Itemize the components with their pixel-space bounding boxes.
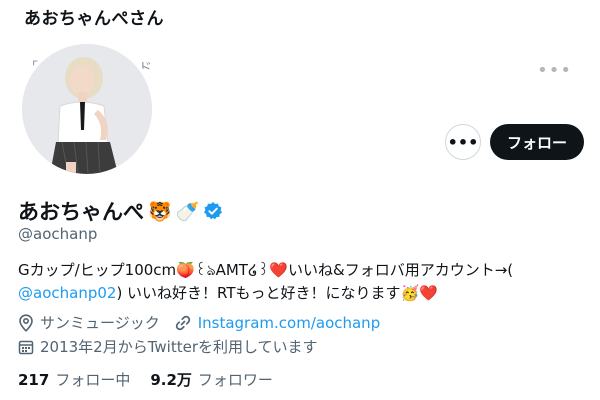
bio-text: ꒰ঌAMT໒꒱	[194, 261, 270, 279]
link-icon	[174, 314, 192, 332]
profile-joined-date: 2013年2月からTwitterを利用しています	[40, 338, 318, 356]
profile-meta-row: サンミュージック Instagram.com/aochanp	[18, 312, 380, 333]
party-face-emoji: 🥳	[400, 284, 420, 302]
profile-handle: @aochanp	[18, 225, 98, 243]
following-link[interactable]: 217 フォロー中	[18, 369, 130, 390]
more-options-button[interactable]: •••	[445, 124, 481, 160]
banner-more-icon[interactable]: •••	[537, 60, 572, 81]
peach-emoji: 🍑	[176, 261, 195, 279]
profile-name-row: あおちゃんぺ 🐯 🍼	[18, 196, 223, 226]
followers-count: 9.2万	[150, 371, 192, 389]
following-label: フォロー中	[55, 371, 131, 389]
following-count: 217	[18, 371, 50, 389]
display-name: あおちゃんぺ	[18, 200, 144, 224]
avatar[interactable]	[18, 40, 156, 178]
followers-link[interactable]: 9.2万 フォロワー	[150, 369, 273, 390]
tiger-emoji: 🐯	[148, 200, 172, 223]
bio-text: いいね&フォロバ用アカウント→(	[288, 261, 514, 279]
heart-emoji: ❤️	[269, 261, 288, 279]
baby-bottle-emoji: 🍼	[175, 200, 200, 223]
bio-text: ) いいね好き！RTもっと好き！になります	[116, 284, 401, 302]
profile-location: サンミュージック	[40, 314, 160, 332]
avatar-photo	[22, 44, 152, 174]
follow-button[interactable]: フォロー	[490, 124, 584, 160]
verified-badge-icon[interactable]	[203, 201, 223, 221]
heart-emoji: ❤️	[419, 284, 438, 302]
page-title: あおちゃんぺさん	[24, 9, 164, 29]
profile-stats: 217 フォロー中 9.2万 フォロワー	[18, 369, 273, 390]
profile-website-link[interactable]: Instagram.com/aochanp	[198, 314, 381, 332]
bio-text: Gカップ/ヒップ100cm	[18, 261, 177, 279]
followers-label: フォロワー	[197, 371, 273, 389]
profile-joined-row: 2013年2月からTwitterを利用しています	[18, 336, 318, 357]
bio-mention-link[interactable]: @aochanp02	[18, 284, 116, 302]
profile-bio: Gカップ/ヒップ100cm🍑꒰ঌAMT໒꒱❤️いいね&フォロバ用アカウント→( …	[18, 259, 588, 305]
location-pin-icon	[18, 313, 34, 332]
more-horizontal-icon: •••	[447, 132, 479, 152]
calendar-icon	[18, 339, 34, 355]
